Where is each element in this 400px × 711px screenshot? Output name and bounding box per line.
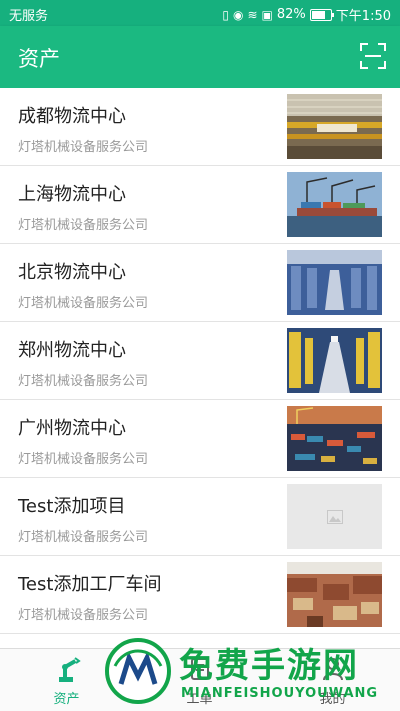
app-bar: 资产 [0,26,400,88]
tab-label: 工单 [186,692,213,707]
asset-company: 灯塔机械设备服务公司 [18,140,149,155]
asset-name: 郑州物流中心 [18,340,126,361]
page-title: 资产 [18,47,60,71]
battery-icon [309,8,334,21]
asset-thumbnail [287,562,382,627]
asset-thumbnail [287,250,382,315]
vibrate-icon: ▯ [222,7,229,22]
asset-thumbnail [287,328,382,393]
asset-company: 灯塔机械设备服务公司 [18,530,149,545]
sim-icon: ▣ [261,7,273,22]
asset-name: Test添加项目 [18,496,126,517]
work-order-icon [190,658,209,680]
tab-label: 我的 [319,692,346,707]
asset-name: 北京物流中心 [18,262,126,283]
asset-list: 成都物流中心 灯塔机械设备服务公司 上海物流中心 灯塔机械设备服务公司 北京物流… [0,88,400,648]
scan-icon[interactable] [360,43,386,69]
asset-company: 灯塔机械设备服务公司 [18,218,149,233]
carrier-label: 无服务 [9,9,49,24]
asset-company: 灯塔机械设备服务公司 [18,452,149,467]
tab-assets[interactable]: 资产 [0,649,133,711]
asset-item[interactable]: Test添加工厂车间 灯塔机械设备服务公司 [0,556,400,634]
asset-item[interactable]: 成都物流中心 灯塔机械设备服务公司 [0,88,400,166]
asset-company: 灯塔机械设备服务公司 [18,296,149,311]
bottom-navigation: 资产 工单 我的 [0,648,400,711]
wifi-icon: ≋ [247,7,258,22]
image-placeholder-icon [326,509,343,524]
asset-thumbnail [287,94,382,159]
asset-item[interactable]: Test添加项目 灯塔机械设备服务公司 [0,478,400,556]
asset-thumbnail [287,172,382,237]
tab-profile[interactable]: 我的 [266,649,399,711]
asset-item[interactable]: 北京物流中心 灯塔机械设备服务公司 [0,244,400,322]
asset-name: 成都物流中心 [18,106,126,127]
clock: 下午1:50 [335,9,391,24]
profile-icon [322,658,343,681]
asset-item[interactable]: 上海物流中心 灯塔机械设备服务公司 [0,166,400,244]
image-placeholder [287,484,382,549]
asset-name: 上海物流中心 [18,184,126,205]
asset-thumbnail [287,406,382,471]
asset-name: 广州物流中心 [18,418,126,439]
robot-arm-icon [58,657,81,682]
tab-work-orders[interactable]: 工单 [133,649,266,711]
asset-item[interactable]: 广州物流中心 灯塔机械设备服务公司 [0,400,400,478]
asset-name: Test添加工厂车间 [18,574,162,595]
asset-item[interactable] [0,634,400,648]
status-bar: 无服务 ▯ ◉ ≋ ▣ 82% 下午1:50 [0,0,400,26]
tab-label: 资产 [53,692,80,707]
eye-icon: ◉ [233,7,244,22]
battery-percent: 82% [276,7,306,22]
asset-company: 灯塔机械设备服务公司 [18,608,149,623]
asset-company: 灯塔机械设备服务公司 [18,374,149,389]
asset-item[interactable]: 郑州物流中心 灯塔机械设备服务公司 [0,322,400,400]
